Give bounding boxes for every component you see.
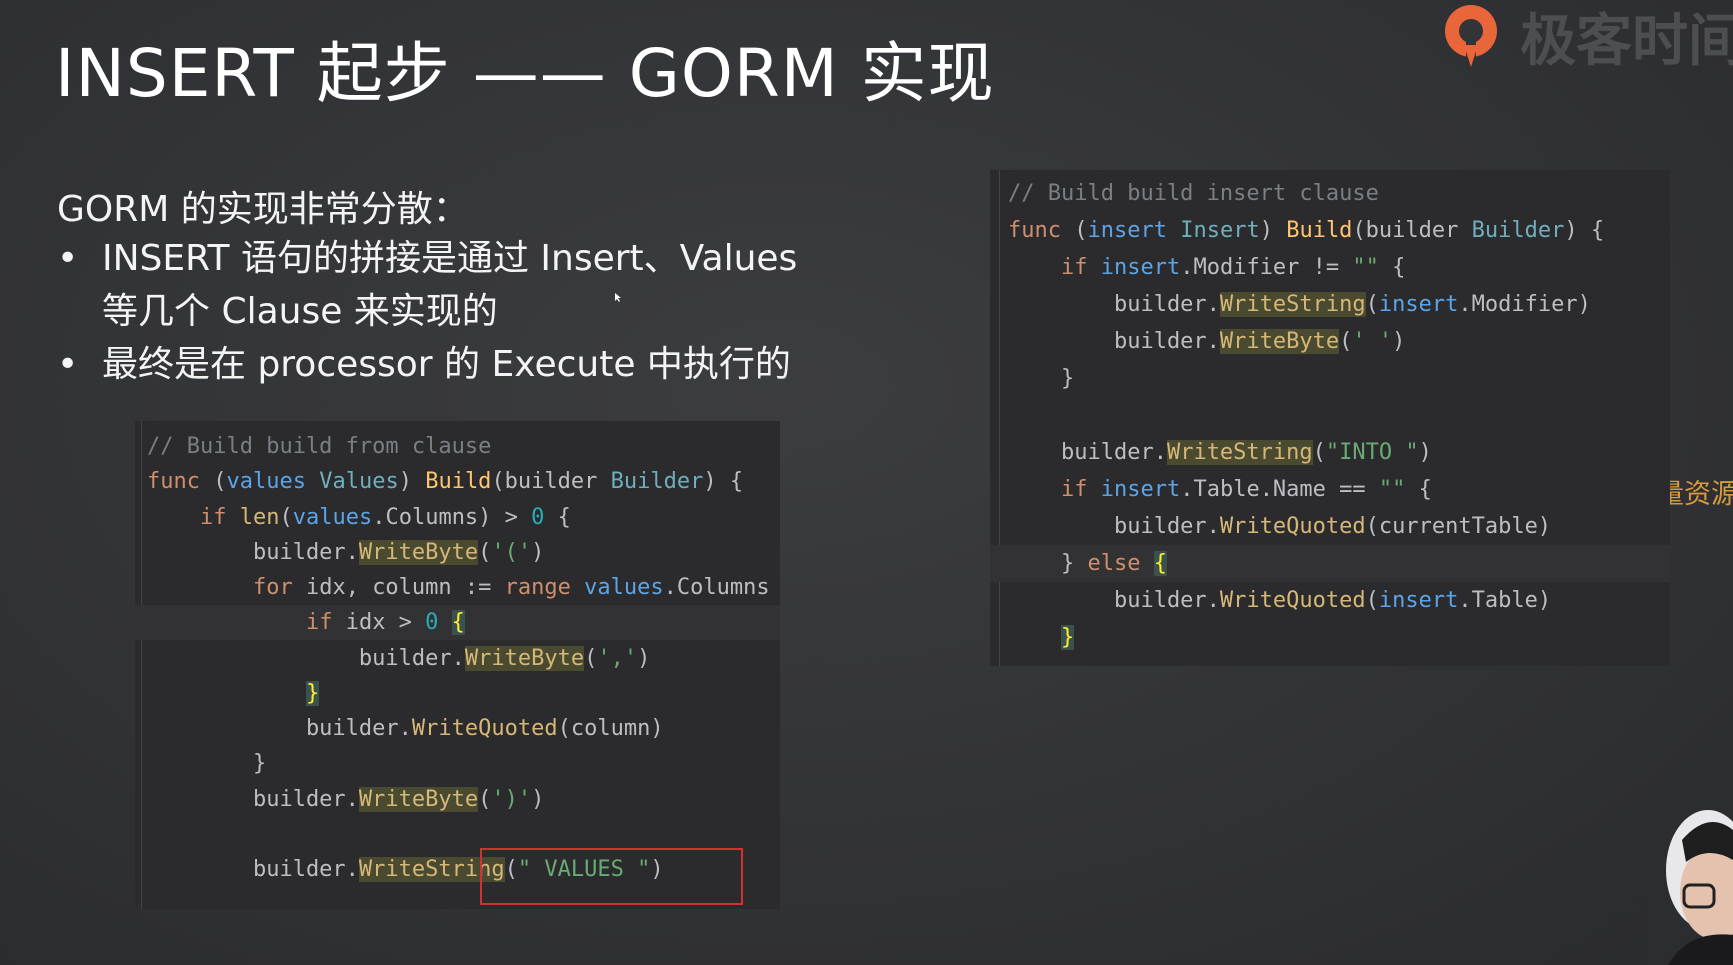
brand-logo: 极客时间 [1440, 0, 1733, 74]
code-line-current: } else { [990, 545, 1670, 582]
code-line: builder.WriteByte(' ') [1008, 329, 1406, 354]
code-line: builder.WriteByte('(') [147, 540, 545, 565]
code-line: } [305, 681, 320, 706]
mouse-cursor-icon [615, 287, 621, 302]
bullet-item: • 最终是在 processor 的 Execute 中执行的 [57, 338, 837, 391]
bullet-text: INSERT 语句的拼接是通过 Insert、Values 等几个 Clause… [102, 238, 798, 332]
bullet-dot-icon: • [57, 238, 79, 279]
code-line: builder.WriteQuoted(currentTable) [1008, 514, 1552, 539]
code-comment: // Build build from clause [147, 434, 492, 459]
bullet-item: • INSERT 语句的拼接是通过 Insert、Values 等几个 Clau… [57, 232, 837, 338]
code-line: func (values Values) Build(builder Build… [147, 469, 744, 494]
code-line: if insert.Table.Name == "" { [1060, 477, 1432, 502]
code-comment: // Build build insert clause [1008, 181, 1379, 206]
code-snippet-values-build: // Build build from clause func (values … [135, 421, 780, 909]
presenter-video-thumbnail [1648, 800, 1733, 965]
code-line: } [147, 751, 267, 776]
bullet-text: 最终是在 processor 的 Execute 中执行的 [102, 344, 791, 385]
code-line: } [1060, 625, 1075, 650]
highlight-box [480, 848, 743, 905]
code-line: for idx, column := range values.Columns … [252, 575, 770, 600]
code-line: } [1008, 366, 1075, 391]
code-line: builder.WriteQuoted(insert.Table) [1008, 588, 1552, 613]
brand-logo-text: 极客时间 [1520, 8, 1733, 74]
code-line: // Build build from clause [135, 429, 780, 464]
bullet-dot-icon: • [57, 344, 79, 385]
slide-title: INSERT 起步 —— GORM 实现 [55, 35, 995, 112]
code-line: if insert.Modifier != "" { [1060, 255, 1406, 280]
code-line: // Build build insert clause [990, 175, 1670, 212]
code-line: builder.WriteByte(',') [147, 646, 651, 671]
code-line: builder.WriteString(insert.Modifier) [1008, 292, 1591, 317]
code-line: builder.WriteByte(')') [147, 787, 545, 812]
code-line: builder.WriteString("INTO ") [1008, 440, 1432, 465]
code-line: builder.WriteQuoted(column) [147, 716, 664, 741]
intro-text: GORM 的实现非常分散： [57, 189, 469, 230]
code-line: if len(values.Columns) > 0 { [199, 505, 571, 530]
bullet-list: • INSERT 语句的拼接是通过 Insert、Values 等几个 Clau… [57, 232, 837, 391]
code-line-current: if idx > 0 { [135, 605, 780, 641]
code-line: func (insert Insert) Build(builder Build… [1008, 218, 1605, 243]
geektime-logo-icon [1445, 5, 1497, 67]
code-snippet-insert-build: // Build build insert clause func (inser… [990, 170, 1670, 666]
